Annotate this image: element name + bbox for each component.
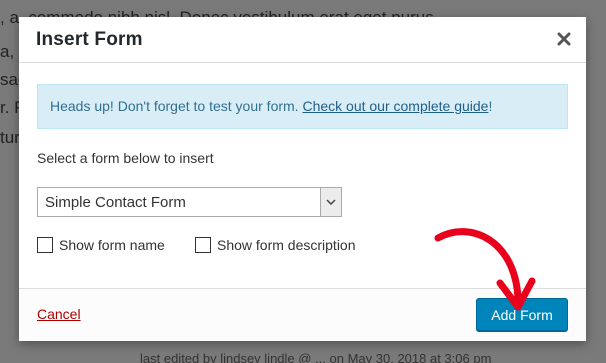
form-select-dropdown[interactable]: Simple Contact Form — [37, 187, 342, 217]
show-form-description-checkbox[interactable] — [195, 237, 211, 253]
background-footer-text: last edited by lindsey lindle @ ... on M… — [140, 351, 492, 363]
test-form-notice: Heads up! Don't forget to test your form… — [37, 84, 568, 129]
close-button[interactable] — [552, 27, 576, 51]
show-form-name-option[interactable]: Show form name — [37, 237, 165, 253]
form-select-label: Select a form below to insert — [37, 150, 214, 166]
add-form-button[interactable]: Add Form — [476, 298, 568, 331]
chevron-down-icon — [320, 188, 341, 216]
insert-form-modal: Insert Form Heads up! Don't forget to te… — [19, 17, 586, 341]
complete-guide-link[interactable]: Check out our complete guide — [302, 98, 488, 114]
close-icon — [557, 32, 571, 46]
show-form-description-label: Show form description — [217, 237, 356, 253]
modal-footer: Cancel Add Form — [19, 288, 586, 341]
show-form-name-label: Show form name — [59, 237, 165, 253]
modal-header: Insert Form — [19, 17, 586, 63]
form-select-value: Simple Contact Form — [45, 193, 186, 211]
background-text-line: tur — [0, 128, 20, 147]
show-form-name-checkbox[interactable] — [37, 237, 53, 253]
notice-suffix: ! — [488, 98, 493, 114]
modal-title: Insert Form — [36, 29, 143, 50]
notice-text: Heads up! Don't forget to test your form… — [50, 98, 303, 114]
cancel-link[interactable]: Cancel — [37, 306, 81, 322]
show-form-description-option[interactable]: Show form description — [195, 237, 356, 253]
